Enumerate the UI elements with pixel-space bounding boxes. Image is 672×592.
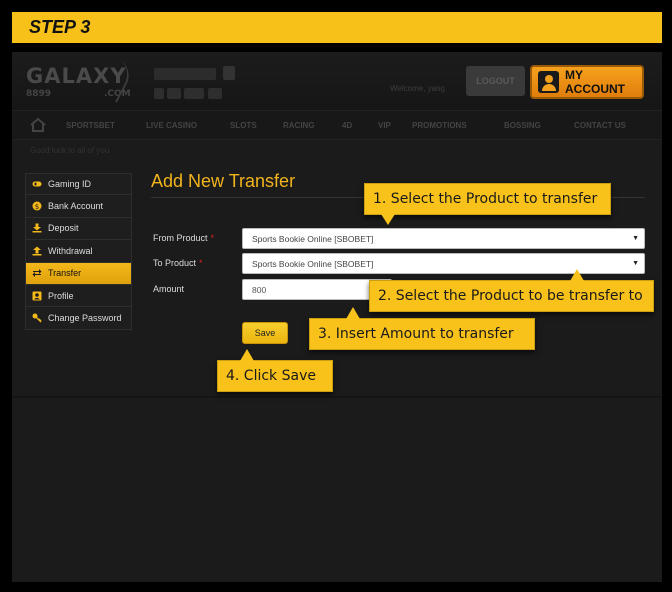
from-product-value: Sports Bookie Online [SBOBET] xyxy=(252,233,374,244)
logo-sub: 8899 xyxy=(26,89,52,99)
callout-step-2: 2. Select the Product to be transfer to xyxy=(369,269,654,312)
callout-pointer xyxy=(381,214,395,225)
dropdown-arrow-icon: ▼ xyxy=(632,260,639,267)
content-divider xyxy=(12,396,662,398)
key-icon xyxy=(32,313,42,323)
welcome-text: Welcome, yang xyxy=(390,84,445,93)
website-frame: GALAXY 8899 .COM Welcome, yang LOGOUT MY… xyxy=(12,52,662,582)
sidebar-item-label: Profile xyxy=(48,290,74,301)
callout-step-4-text: 4. Click Save xyxy=(226,368,316,384)
logout-button[interactable]: LOGOUT xyxy=(466,66,525,96)
flag-icon[interactable] xyxy=(223,66,235,80)
nav-item-sportsbet[interactable]: SPORTSBET xyxy=(66,121,115,130)
main-nav: SPORTSBET LIVE CASINO SLOTS RACING 4D VI… xyxy=(12,110,662,140)
callout-pointer xyxy=(570,269,584,281)
callout-pointer xyxy=(240,349,254,361)
to-product-value: Sports Bookie Online [SBOBET] xyxy=(252,258,374,269)
upload-icon xyxy=(32,246,42,256)
save-button[interactable]: Save xyxy=(242,322,288,344)
from-product-label: From Product * xyxy=(153,233,214,243)
callout-step-2-text: 2. Select the Product to be transfer to xyxy=(378,288,643,304)
sidebar-item-change-password[interactable]: Change Password xyxy=(25,307,132,330)
facebook-icon[interactable] xyxy=(154,88,164,99)
callout-step-3: 3. Insert Amount to transfer xyxy=(309,307,535,350)
nav-item-promotions[interactable]: PROMOTIONS xyxy=(412,121,467,130)
nav-item-live-casino[interactable]: LIVE CASINO xyxy=(146,121,197,130)
nav-item-racing[interactable]: RACING xyxy=(283,121,315,130)
from-product-label-text: From Product xyxy=(153,233,208,243)
svg-text:$: $ xyxy=(35,203,39,211)
download-icon xyxy=(32,223,42,233)
nav-item-vip[interactable]: VIP xyxy=(378,121,391,130)
callout-step-3-text: 3. Insert Amount to transfer xyxy=(318,326,514,342)
from-product-select[interactable]: Sports Bookie Online [SBOBET] ▼ xyxy=(242,228,645,249)
dropdown-arrow-icon: ▼ xyxy=(632,235,639,242)
mobile-icon[interactable] xyxy=(208,88,222,99)
transfer-icon xyxy=(32,269,42,278)
required-mark: * xyxy=(199,258,203,268)
user-icon xyxy=(538,71,559,93)
sidebar-item-deposit[interactable]: Deposit xyxy=(25,217,132,241)
sidebar-item-bank-account[interactable]: $ Bank Account xyxy=(25,195,132,218)
sidebar-item-label: Deposit xyxy=(48,223,79,234)
profile-icon xyxy=(32,291,42,301)
to-product-select[interactable]: Sports Bookie Online [SBOBET] ▼ xyxy=(242,253,645,274)
language-selector[interactable] xyxy=(154,68,216,80)
site-header: GALAXY 8899 .COM Welcome, yang LOGOUT MY… xyxy=(12,52,662,110)
required-mark: * xyxy=(210,233,215,243)
callout-step-4: 4. Click Save xyxy=(217,349,333,392)
to-product-label: To Product * xyxy=(153,258,203,268)
step-banner: STEP 3 xyxy=(12,12,662,43)
gamepad-icon xyxy=(32,181,42,187)
nav-item-slots[interactable]: SLOTS xyxy=(230,121,257,130)
sidebar-item-withdrawal[interactable]: Withdrawal xyxy=(25,240,132,263)
mail-icon[interactable] xyxy=(184,88,204,99)
step-label: STEP 3 xyxy=(29,17,91,37)
sidebar-item-label: Change Password xyxy=(48,313,122,324)
google-plus-icon[interactable] xyxy=(167,88,181,99)
my-account-button[interactable]: MY ACCOUNT xyxy=(530,65,644,99)
sidebar-item-label: Gaming ID xyxy=(48,179,92,190)
nav-item-bossing[interactable]: BOSSING xyxy=(504,121,541,130)
callout-pointer xyxy=(346,307,360,319)
amount-value: 800 xyxy=(252,284,267,295)
home-icon[interactable] xyxy=(30,118,46,132)
sidebar-item-label: Withdrawal xyxy=(48,245,93,256)
nav-item-contact-us[interactable]: CONTACT US xyxy=(574,121,626,130)
coin-icon: $ xyxy=(32,201,42,211)
sidebar-item-label: Bank Account xyxy=(48,201,104,212)
nav-item-4d[interactable]: 4D xyxy=(342,121,352,130)
page-title: Add New Transfer xyxy=(151,171,296,191)
callout-step-1: 1. Select the Product to transfer xyxy=(364,183,611,225)
site-logo[interactable]: GALAXY 8899 .COM xyxy=(26,53,146,104)
sidebar-item-label: Transfer xyxy=(48,268,82,279)
callout-step-1-text: 1. Select the Product to transfer xyxy=(373,191,598,207)
sidebar-item-profile[interactable]: Profile xyxy=(25,284,132,308)
account-sidebar: Gaming ID $ Bank Account Deposit Withdra… xyxy=(25,173,132,330)
tagline: Good luck to all of you xyxy=(30,146,110,155)
my-account-label: MY ACCOUNT xyxy=(565,68,625,96)
sidebar-item-gaming-id[interactable]: Gaming ID xyxy=(25,173,132,196)
sidebar-item-transfer[interactable]: Transfer xyxy=(25,262,132,285)
to-product-label-text: To Product xyxy=(153,258,197,268)
amount-label: Amount xyxy=(153,284,185,294)
